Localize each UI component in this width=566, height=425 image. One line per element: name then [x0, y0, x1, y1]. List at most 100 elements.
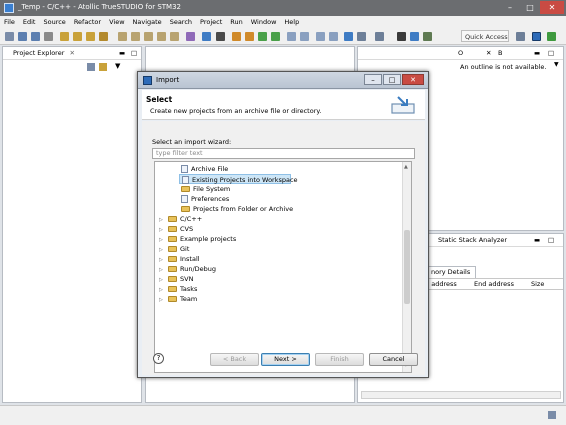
tree-item-projects-from-folder[interactable]: Projects from Folder or Archive: [181, 204, 293, 214]
maximize-view-icon[interactable]: □: [548, 47, 554, 60]
close-button[interactable]: ✕: [540, 1, 564, 14]
tree-category-cvs[interactable]: ▷ CVS: [159, 224, 193, 234]
prev-annotation-icon[interactable]: [329, 32, 338, 41]
close-tab-icon[interactable]: ✕: [69, 49, 74, 57]
quick-access-input[interactable]: Quick Access: [461, 30, 509, 42]
layout-icon[interactable]: [375, 32, 384, 41]
scrollbar-thumb[interactable]: [404, 230, 410, 304]
maximize-button[interactable]: □: [520, 1, 540, 14]
tool-icon-2[interactable]: [131, 32, 140, 41]
rebuild-icon[interactable]: [86, 32, 95, 41]
menu-edit[interactable]: Edit: [19, 16, 40, 28]
menu-view[interactable]: View: [105, 16, 128, 28]
menu-run[interactable]: Run: [226, 16, 246, 28]
tree-item-file-system[interactable]: File System: [181, 184, 230, 194]
tool-icon-1[interactable]: [118, 32, 127, 41]
collapse-all-icon[interactable]: [87, 63, 95, 71]
menu-project[interactable]: Project: [196, 16, 226, 28]
finish-button[interactable]: Finish: [315, 353, 364, 366]
outline-tab[interactable]: O: [458, 47, 463, 60]
col-end-address[interactable]: End address: [474, 279, 514, 290]
tree-category-svn[interactable]: ▷ SVN: [159, 274, 193, 284]
tool-icon-4[interactable]: [157, 32, 166, 41]
tree-category-tasks[interactable]: ▷ Tasks: [159, 284, 197, 294]
stack-analyzer-tab[interactable]: Static Stack Analyzer: [438, 234, 507, 247]
build-icon[interactable]: [60, 32, 69, 41]
tool-icon-7[interactable]: [202, 32, 211, 41]
maximize-view-icon[interactable]: □: [131, 47, 137, 60]
menu-file[interactable]: File: [0, 16, 19, 28]
view-menu-icon[interactable]: ▼: [115, 62, 120, 70]
cancel-button[interactable]: Cancel: [369, 353, 418, 366]
link-editor-icon[interactable]: [99, 63, 107, 71]
build-targets-tab[interactable]: B: [498, 47, 502, 60]
tree-item-label: Install: [180, 255, 200, 263]
expand-icon[interactable]: ▷: [159, 295, 165, 305]
tree-item-label: Example projects: [180, 235, 237, 243]
menu-source[interactable]: Source: [39, 16, 69, 28]
tab-close-icon[interactable]: ✕: [486, 47, 491, 60]
tree-scrollbar[interactable]: ▲ ▼: [402, 162, 411, 372]
cpp-perspective-icon[interactable]: [532, 32, 541, 41]
print-icon[interactable]: [44, 32, 53, 41]
dialog-maximize-button[interactable]: □: [383, 74, 401, 85]
new-icon[interactable]: [5, 32, 14, 41]
connect-icon[interactable]: [397, 32, 406, 41]
back-nav-icon[interactable]: [287, 32, 296, 41]
import-wizard-icon: [390, 95, 416, 115]
save-all-icon[interactable]: [31, 32, 40, 41]
tree-category-git[interactable]: ▷ Git: [159, 244, 189, 254]
memory-details-tab[interactable]: nory Details: [428, 266, 476, 278]
tree-category-run-debug[interactable]: ▷ Run/Debug: [159, 264, 216, 274]
tool-icon-10[interactable]: [423, 32, 432, 41]
tree-category-cpp[interactable]: ▷ C/C++: [159, 214, 202, 224]
tool-icon-3[interactable]: [144, 32, 153, 41]
new-folder-icon[interactable]: [245, 32, 254, 41]
menu-help[interactable]: Help: [280, 16, 303, 28]
scroll-up-icon[interactable]: ▲: [404, 164, 408, 170]
menu-refactor[interactable]: Refactor: [70, 16, 105, 28]
next-button[interactable]: Next >: [261, 353, 310, 366]
minimize-view-icon[interactable]: ▬: [534, 47, 540, 60]
open-folder-icon[interactable]: [232, 32, 241, 41]
tree-item-preferences[interactable]: Preferences: [181, 194, 229, 204]
open-perspective-icon[interactable]: [516, 32, 525, 41]
dialog-minimize-button[interactable]: –: [364, 74, 382, 85]
help-icon[interactable]: ?: [153, 353, 164, 364]
run-icon[interactable]: [271, 32, 280, 41]
tool-icon-5[interactable]: [170, 32, 179, 41]
tool-icon-6[interactable]: [186, 32, 195, 41]
menu-window[interactable]: Window: [247, 16, 281, 28]
tool-icon-8[interactable]: [216, 32, 225, 41]
tree-item-existing-projects[interactable]: Existing Projects into Workspace: [179, 174, 298, 184]
menu-search[interactable]: Search: [166, 16, 196, 28]
next-annotation-icon[interactable]: [316, 32, 325, 41]
forward-nav-icon[interactable]: [300, 32, 309, 41]
clean-icon[interactable]: [99, 32, 108, 41]
debug-perspective-icon[interactable]: [547, 32, 556, 41]
horizontal-scrollbar[interactable]: [361, 391, 561, 399]
col-size[interactable]: Size: [531, 279, 544, 290]
minimize-view-icon[interactable]: ▬: [534, 234, 540, 247]
status-icon[interactable]: [548, 411, 556, 419]
info-icon[interactable]: [344, 32, 353, 41]
project-explorer-tab[interactable]: Project Explorer ✕ ▬ □: [3, 47, 141, 60]
tree-category-example-projects[interactable]: ▷ Example projects: [159, 234, 236, 244]
menu-navigate[interactable]: Navigate: [129, 16, 166, 28]
save-icon[interactable]: [18, 32, 27, 41]
tree-item-archive-file[interactable]: Archive File: [181, 164, 228, 174]
tree-category-install[interactable]: ▷ Install: [159, 254, 200, 264]
dialog-close-button[interactable]: ✕: [402, 74, 424, 85]
build-all-icon[interactable]: [73, 32, 82, 41]
minimize-view-icon[interactable]: ▬: [119, 47, 125, 60]
tree-category-team[interactable]: ▷ Team: [159, 294, 197, 304]
filter-input[interactable]: type filter text: [152, 148, 415, 159]
tool-icon-9[interactable]: [410, 32, 419, 41]
debug-icon[interactable]: [258, 32, 267, 41]
back-button[interactable]: < Back: [210, 353, 259, 366]
maximize-view-icon[interactable]: □: [548, 234, 554, 247]
minimize-button[interactable]: –: [500, 1, 520, 14]
dialog-description: Create new projects from an archive file…: [150, 107, 322, 115]
view-menu-icon[interactable]: ▼: [554, 61, 559, 68]
window-icon[interactable]: [357, 32, 366, 41]
